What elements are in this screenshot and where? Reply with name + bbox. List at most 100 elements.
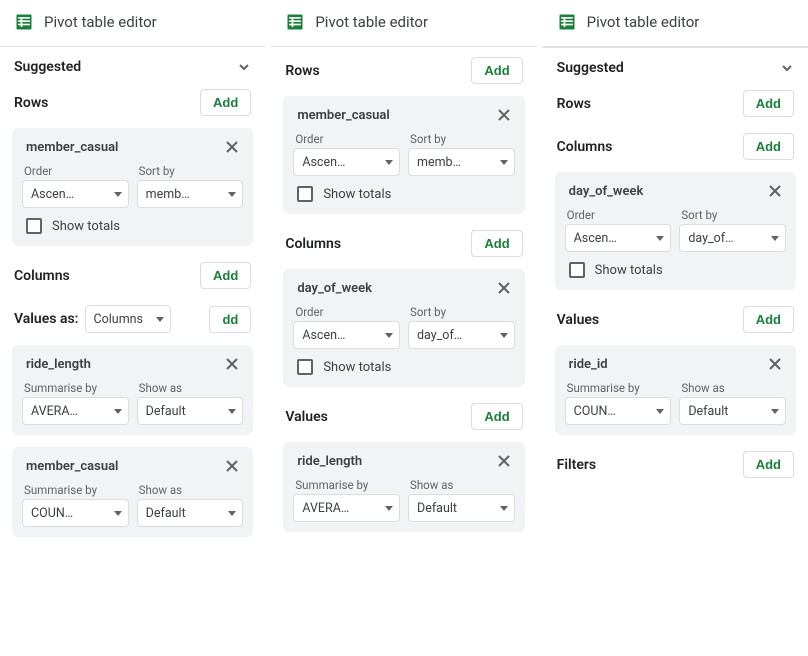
values-as-dropdown[interactable]: Columns [85, 305, 171, 333]
sheet-icon [557, 12, 577, 32]
chip-title: day_of_week [569, 184, 644, 199]
order-dropdown[interactable]: Ascen… [565, 224, 672, 252]
caret-down-icon [771, 409, 779, 414]
caret-down-icon [771, 236, 779, 241]
rows-label: Rows [285, 63, 319, 79]
caret-down-icon [500, 160, 508, 165]
close-icon[interactable] [495, 452, 513, 470]
columns-section-header: Columns Add [271, 220, 536, 263]
summarise-dropdown[interactable]: COUN… [565, 397, 672, 425]
summarise-dropdown[interactable]: COUN… [22, 499, 129, 527]
values-section-header: Values Add [543, 296, 808, 339]
panel-title: Pivot table editor [587, 13, 700, 31]
add-rows-button[interactable]: Add [471, 57, 522, 84]
caret-down-icon [114, 409, 122, 414]
columns-section-header: Columns Add [0, 252, 265, 295]
order-dropdown[interactable]: Ascen… [293, 321, 400, 349]
order-dropdown[interactable]: Ascen… [293, 148, 400, 176]
suggested-label: Suggested [14, 59, 81, 75]
panel-title: Pivot table editor [44, 13, 157, 31]
summarise-dropdown[interactable]: AVERA… [293, 494, 400, 522]
add-columns-button[interactable]: Add [471, 230, 522, 257]
showas-dropdown[interactable]: Default [137, 397, 244, 425]
add-values-button-partial[interactable]: dd [209, 306, 251, 333]
summarise-label: Summarise by [293, 478, 400, 492]
filters-section-header: Filters Add [543, 441, 808, 484]
sortby-dropdown[interactable]: memb… [408, 148, 515, 176]
close-icon[interactable] [766, 182, 784, 200]
show-totals-checkbox[interactable] [297, 186, 313, 202]
chip-title: member_casual [26, 459, 118, 474]
sortby-dropdown[interactable]: day_of… [408, 321, 515, 349]
chip-title: ride_length [26, 357, 91, 372]
close-icon[interactable] [223, 138, 241, 156]
order-label: Order [22, 164, 129, 178]
order-dropdown[interactable]: Ascen… [22, 180, 129, 208]
sort-by-label: Sort by [408, 132, 515, 146]
chip-title: ride_length [297, 454, 362, 469]
rows-section-header: Rows Add [543, 80, 808, 123]
showas-dropdown[interactable]: Default [679, 397, 786, 425]
show-totals-label: Show totals [595, 263, 663, 278]
filters-label: Filters [557, 457, 596, 473]
add-rows-button[interactable]: Add [200, 89, 251, 116]
chip-title: ride_id [569, 357, 608, 372]
close-icon[interactable] [495, 106, 513, 124]
rows-section-header: Rows Add [271, 47, 536, 90]
caret-down-icon [385, 506, 393, 511]
suggested-toggle[interactable]: Suggested [0, 47, 265, 79]
pivot-editor-panel-2: Pivot table editor Rows Add member_casua… [271, 0, 536, 656]
add-filters-button[interactable]: Add [743, 451, 794, 478]
showas-label: Show as [408, 478, 515, 492]
order-label: Order [293, 132, 400, 146]
close-icon[interactable] [495, 279, 513, 297]
panel-header: Pivot table editor [543, 0, 808, 47]
showas-dropdown[interactable]: Default [408, 494, 515, 522]
caret-down-icon [156, 317, 164, 322]
row-chip-member-casual: member_casual Order Ascen… Sort by memb…… [12, 128, 253, 246]
pivot-editor-panel-1: Pivot table editor Suggested Rows Add me… [0, 0, 265, 656]
value-chip-ride-id: ride_id Summarise by COUN… Show as Defau… [555, 345, 796, 435]
columns-section-header: Columns Add [543, 123, 808, 166]
add-values-button[interactable]: Add [471, 403, 522, 430]
row-chip-member-casual: member_casual Order Ascen… Sort by memb…… [283, 96, 524, 214]
rows-label: Rows [14, 95, 48, 111]
show-totals-checkbox[interactable] [26, 218, 42, 234]
summarise-dropdown[interactable]: AVERA… [22, 397, 129, 425]
caret-down-icon [228, 192, 236, 197]
show-totals-label: Show totals [323, 187, 391, 202]
column-chip-day-of-week: day_of_week Order Ascen… Sort by day_of…… [283, 269, 524, 387]
add-columns-button[interactable]: Add [743, 133, 794, 160]
columns-label: Columns [557, 139, 613, 155]
value-chip-ride-length: ride_length Summarise by AVERA… Show as … [283, 442, 524, 532]
show-totals-checkbox[interactable] [297, 359, 313, 375]
suggested-label: Suggested [557, 60, 624, 76]
close-icon[interactable] [223, 457, 241, 475]
caret-down-icon [228, 511, 236, 516]
add-values-button[interactable]: Add [743, 306, 794, 333]
sort-by-label: Sort by [408, 305, 515, 319]
add-columns-button[interactable]: Add [200, 262, 251, 289]
add-rows-button[interactable]: Add [743, 90, 794, 117]
values-section-header: Values Add [271, 393, 536, 436]
panel-header: Pivot table editor [0, 0, 265, 47]
caret-down-icon [228, 409, 236, 414]
caret-down-icon [656, 409, 664, 414]
chip-title: member_casual [26, 140, 118, 155]
close-icon[interactable] [766, 355, 784, 373]
caret-down-icon [385, 160, 393, 165]
showas-dropdown[interactable]: Default [137, 499, 244, 527]
chip-title: day_of_week [297, 281, 372, 296]
values-label: Values [557, 312, 599, 328]
show-totals-checkbox[interactable] [569, 262, 585, 278]
sortby-dropdown[interactable]: memb… [137, 180, 244, 208]
column-chip-day-of-week: day_of_week Order Ascen… Sort by day_of…… [555, 172, 796, 290]
order-label: Order [565, 208, 672, 222]
caret-down-icon [385, 333, 393, 338]
caret-down-icon [500, 333, 508, 338]
sortby-dropdown[interactable]: day_of… [679, 224, 786, 252]
suggested-toggle[interactable]: Suggested [543, 48, 808, 80]
panel-title: Pivot table editor [315, 13, 428, 31]
caret-down-icon [500, 506, 508, 511]
close-icon[interactable] [223, 355, 241, 373]
